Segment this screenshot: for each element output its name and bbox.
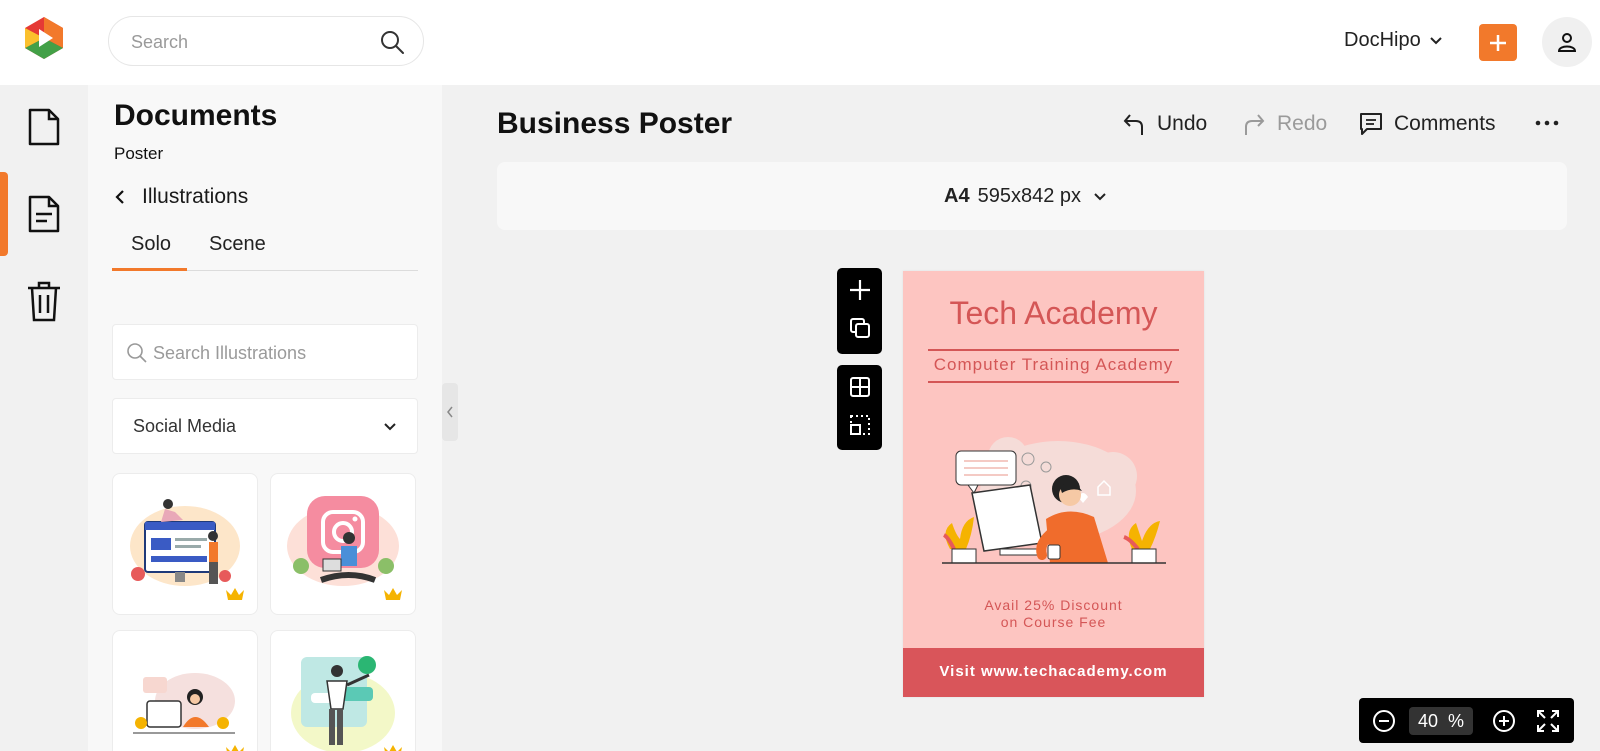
tab-scene[interactable]: Scene	[209, 233, 279, 271]
illustration-thumb-social-dashboard[interactable]	[112, 473, 258, 615]
whatsapp-illustration	[291, 656, 395, 751]
chevron-left-icon	[447, 406, 453, 418]
page-size-select[interactable]: A4 595x842 px	[944, 185, 1113, 208]
add-page-button[interactable]	[837, 272, 882, 308]
woman-computer-illustration	[133, 673, 235, 734]
document-icon	[28, 108, 60, 146]
category-select[interactable]: Social Media	[112, 398, 418, 454]
duplicate-icon	[849, 318, 870, 338]
comment-icon	[1360, 113, 1382, 135]
redo-label: Redo	[1277, 112, 1328, 135]
fullscreen-button[interactable]	[1534, 707, 1562, 735]
zoom-unit: %	[1448, 710, 1465, 731]
illustration-tabs: Solo Scene	[112, 233, 418, 271]
premium-crown-icon	[384, 745, 402, 751]
zoom-in-icon	[1493, 710, 1515, 732]
panel-subtitle: Poster	[114, 144, 164, 163]
left-rail	[0, 85, 88, 751]
page-tools-group-1	[837, 268, 882, 354]
illustration-thumb-instagram[interactable]	[270, 473, 416, 615]
poster-footer[interactable]: Visit www.techacademy.com	[903, 648, 1204, 697]
poster-footer-text: Visit www.techacademy.com	[939, 663, 1168, 680]
account-name: DocHipo	[1344, 29, 1421, 51]
illustration-search	[112, 324, 418, 380]
rail-item-documents[interactable]	[0, 172, 88, 256]
redo-button[interactable]: Redo	[1241, 111, 1327, 137]
chevron-down-icon	[1429, 36, 1442, 44]
page-size-name: A4	[944, 185, 970, 207]
chevron-down-icon	[384, 423, 396, 431]
duplicate-page-button[interactable]	[837, 310, 882, 346]
page-size-bar: A4 595x842 px	[497, 162, 1567, 230]
redo-icon	[1245, 114, 1265, 135]
poster-canvas[interactable]: Tech Academy Computer Training Academy A…	[903, 271, 1204, 697]
undo-button[interactable]: Undo	[1121, 111, 1207, 137]
fullscreen-icon	[1537, 710, 1559, 732]
comments-button[interactable]: Comments	[1358, 111, 1496, 137]
zoom-value: 40	[1417, 710, 1438, 731]
comments-label: Comments	[1394, 112, 1496, 135]
undo-label: Undo	[1157, 112, 1208, 135]
plus-icon	[849, 280, 870, 300]
poster-offer[interactable]: Avail 25% Discount on Course Fee	[903, 597, 1204, 631]
page-size-dims: 595x842 px	[977, 185, 1081, 207]
zoom-in-button[interactable]	[1490, 707, 1518, 735]
collapse-panel-button[interactable]	[442, 383, 458, 441]
resize-page-button[interactable]	[837, 407, 882, 443]
zoom-level[interactable]: 40 %	[1409, 707, 1473, 735]
documents-panel: Documents Poster Illustrations Solo Scen…	[88, 85, 442, 751]
panel-title: Documents	[114, 99, 278, 132]
chevron-left-icon	[115, 190, 124, 204]
document-title[interactable]: Business Poster	[497, 107, 732, 141]
user-profile-button[interactable]	[1542, 17, 1592, 67]
create-new-button[interactable]	[1479, 24, 1517, 61]
resize-icon	[849, 415, 870, 435]
tab-solo[interactable]: Solo	[112, 233, 187, 271]
top-bar: DocHipo	[0, 0, 1600, 85]
rail-item-trash[interactable]	[0, 259, 88, 343]
poster-title[interactable]: Tech Academy	[903, 295, 1204, 332]
premium-crown-icon	[384, 588, 402, 600]
category-value: Social Media	[133, 416, 237, 436]
zoom-out-icon	[1373, 710, 1395, 732]
page-tools-group-2	[837, 365, 882, 450]
search-icon	[126, 342, 148, 369]
illustration-search-input[interactable]	[153, 339, 403, 367]
more-options-button[interactable]	[1535, 111, 1559, 140]
zoom-control: 40 %	[1359, 698, 1574, 743]
global-search	[108, 16, 424, 66]
back-label: Illustrations	[142, 185, 249, 208]
grid-icon	[849, 377, 870, 397]
grid-layout-button[interactable]	[837, 369, 882, 405]
poster-offer-line-2: on Course Fee	[1000, 614, 1107, 630]
trash-icon	[28, 281, 60, 322]
poster-divider-bottom	[928, 381, 1179, 383]
user-icon	[1557, 33, 1577, 52]
poster-subtitle[interactable]: Computer Training Academy	[903, 355, 1204, 375]
plus-icon	[1490, 34, 1506, 51]
poster-offer-line-1: Avail 25% Discount	[984, 597, 1123, 613]
woman-at-computer-illustration[interactable]	[938, 431, 1170, 579]
premium-crown-icon	[226, 588, 244, 600]
poster-divider-top	[928, 349, 1179, 351]
rail-item-new-document[interactable]	[0, 85, 88, 169]
documents-list-icon	[28, 195, 60, 233]
dochipo-logo[interactable]	[21, 15, 67, 61]
illustration-thumb-whatsapp[interactable]	[270, 630, 416, 751]
chevron-down-icon	[1094, 192, 1106, 200]
back-to-category-button[interactable]: Illustrations	[114, 185, 248, 209]
account-dropdown[interactable]: DocHipo	[1344, 29, 1443, 52]
search-input[interactable]	[131, 29, 371, 55]
search-icon[interactable]	[379, 29, 405, 55]
more-horizontal-icon	[1535, 120, 1559, 126]
undo-icon	[1123, 114, 1143, 135]
illustration-thumb-woman-computer[interactable]	[112, 630, 258, 751]
premium-crown-icon	[226, 745, 244, 751]
zoom-out-button[interactable]	[1370, 707, 1398, 735]
